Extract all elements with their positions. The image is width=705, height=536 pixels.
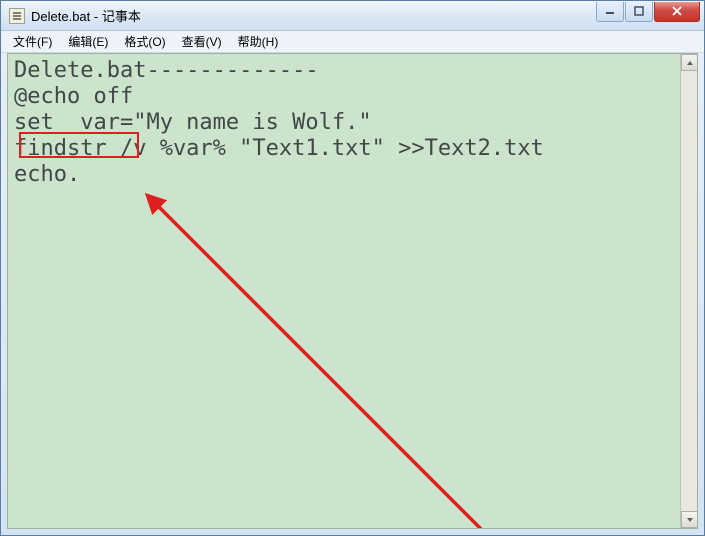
window-title: Delete.bat - 记事本: [31, 6, 595, 25]
window-controls: [595, 2, 700, 22]
scroll-up-button[interactable]: [681, 54, 698, 71]
maximize-icon: [634, 6, 644, 16]
menu-file[interactable]: 文件(F): [5, 31, 60, 52]
app-window: Delete.bat - 记事本 文件(F) 编辑(E) 格式(O) 查看(V)…: [0, 0, 705, 536]
maximize-button[interactable]: [625, 2, 653, 22]
chevron-down-icon: [686, 517, 694, 523]
vertical-scrollbar[interactable]: [680, 54, 697, 528]
minimize-button[interactable]: [596, 2, 624, 22]
client-area: Delete.bat------------- @echo off set va…: [7, 53, 698, 529]
notepad-icon: [9, 8, 25, 24]
menu-view[interactable]: 查看(V): [174, 31, 230, 52]
chevron-up-icon: [686, 60, 694, 66]
menubar: 文件(F) 编辑(E) 格式(O) 查看(V) 帮助(H): [1, 31, 704, 53]
close-icon: [671, 6, 683, 16]
titlebar[interactable]: Delete.bat - 记事本: [1, 1, 704, 31]
text-editor[interactable]: Delete.bat------------- @echo off set va…: [8, 54, 680, 528]
menu-help[interactable]: 帮助(H): [230, 31, 287, 52]
menu-format[interactable]: 格式(O): [116, 31, 173, 52]
menu-edit[interactable]: 编辑(E): [60, 31, 116, 52]
scroll-down-button[interactable]: [681, 511, 698, 528]
close-button[interactable]: [654, 2, 700, 22]
minimize-icon: [605, 6, 615, 16]
